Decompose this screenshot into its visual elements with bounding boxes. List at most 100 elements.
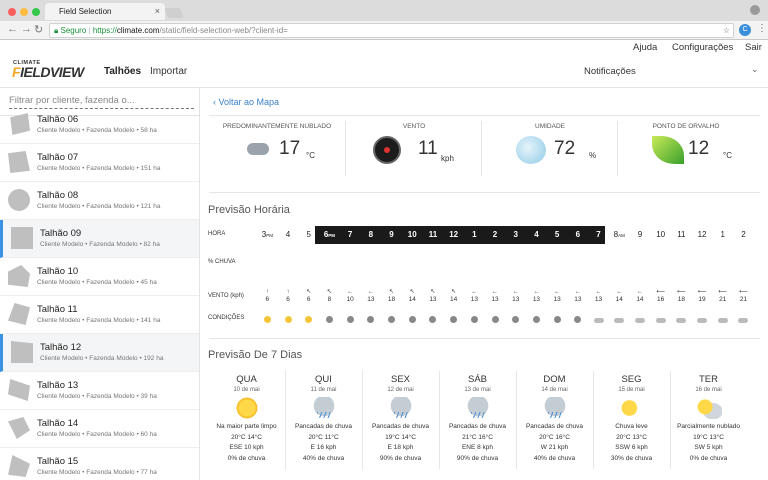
hour-cell: 7 <box>588 230 609 239</box>
wind-direction-icon: ← <box>574 289 581 295</box>
day-rain: 40% de chuva <box>533 454 576 462</box>
bookmark-star-icon[interactable]: ☆ <box>723 24 730 37</box>
help-link[interactable]: Ajuda <box>633 42 657 53</box>
wind-direction-icon: ⟵ <box>697 289 707 295</box>
hour-value: 11 <box>428 230 438 239</box>
field-name: Talhão 12 <box>40 342 82 353</box>
back-to-map-link[interactable]: ‹ Voltar ao Mapa <box>213 97 279 107</box>
field-list-item[interactable]: Talhão 06 Cliente Modelo • Fazenda Modelo… <box>0 106 199 144</box>
browser-tab[interactable]: Field Selection × <box>45 3 165 20</box>
browser-menu-icon[interactable]: ⋮ <box>757 23 767 34</box>
field-list-item[interactable]: Talhão 12 Cliente Modelo • Fazenda Modelo… <box>0 334 199 372</box>
url-input[interactable]: 🔒︎ Seguro | https://climate.com/static/f… <box>49 23 734 38</box>
condition-cell <box>588 314 609 326</box>
wind-cell: ← 13 <box>568 288 589 303</box>
chevron-down-icon[interactable]: ⌄ <box>751 64 759 75</box>
day-name: SEX <box>390 374 410 385</box>
utility-nav: Ajuda Configurações Sair <box>0 40 768 56</box>
back-arrow-icon[interactable]: ← <box>7 23 18 35</box>
wind-cell: ↖ 6 <box>298 288 319 303</box>
day-rain: 40% de chuva <box>302 454 345 462</box>
hour-cell: 7 <box>340 230 361 239</box>
condition-unit: % <box>589 151 597 160</box>
hour-value: 8 <box>368 230 374 239</box>
address-bar-row: ← → ↻ 🔒︎ Seguro | https://climate.com/st… <box>0 21 768 40</box>
day-wind: W 21 kph <box>540 444 569 451</box>
day-name: DOM <box>543 374 566 385</box>
field-list-item[interactable]: Talhão 13 Cliente Modelo • Fazenda Modelo… <box>0 372 199 410</box>
condition-cell <box>381 314 402 326</box>
rain-cloud-icon <box>464 397 491 419</box>
field-name: Talhão 11 <box>37 304 78 315</box>
wind-speed: 14 <box>450 296 458 303</box>
condition-cell <box>650 314 671 326</box>
nav-fields-tab[interactable]: Talhões <box>104 66 141 77</box>
hour-cell: 4 <box>278 230 299 239</box>
url-scheme: https:// <box>92 26 117 35</box>
wind-speed: 14 <box>636 296 644 303</box>
moon-icon <box>429 316 437 323</box>
field-boundary-thumbnail <box>8 189 30 211</box>
profile-icon[interactable] <box>750 5 760 15</box>
condition-unit: kph <box>441 154 454 163</box>
day-date: 13 de mai <box>464 387 491 393</box>
day-desc: Pancadas de chuva <box>294 423 353 430</box>
day-temps: 20°C 14°C <box>231 433 262 441</box>
field-list-item[interactable]: Talhão 07 Cliente Modelo • Fazenda Modelo… <box>0 144 199 182</box>
wind-cell: ↖ 8 <box>319 288 340 303</box>
moon-icon <box>325 316 333 323</box>
nav-import-tab[interactable]: Importar <box>150 66 187 77</box>
hour-cell: 11 <box>423 230 444 239</box>
hour-value: 1 <box>472 230 477 239</box>
moon-icon <box>512 316 520 323</box>
minimize-window-icon[interactable] <box>20 8 28 16</box>
day-desc: Chuva leve <box>615 423 648 430</box>
wind-cell: ⟵ 16 <box>650 288 671 303</box>
field-boundary-thumbnail <box>8 379 30 401</box>
logout-link[interactable]: Sair <box>745 42 762 53</box>
reload-icon[interactable]: ↻ <box>34 23 43 36</box>
wind-cell: ← 14 <box>630 288 651 303</box>
extension-icon[interactable]: C <box>739 24 751 36</box>
wind-speed: 19 <box>698 296 706 303</box>
day-details: Pancadas de chuva 20°C 16°C W 21 kph 40% de… <box>517 422 592 464</box>
new-tab-button[interactable] <box>164 8 184 18</box>
field-list-item[interactable]: Talhão 09 Cliente Modelo • Fazenda Modelo… <box>0 220 199 258</box>
day-desc: Parcialmente nublado <box>677 423 740 430</box>
field-list-item[interactable]: Talhão 15 Cliente Modelo • Fazenda Modelo… <box>0 448 199 480</box>
field-list-item[interactable]: Talhão 11 Cliente Modelo • Fazenda Modelo… <box>0 296 199 334</box>
field-name: Talhão 08 <box>37 190 79 201</box>
day-rain: 30% de chuva <box>610 454 653 462</box>
hour-cell: 2 <box>733 230 754 239</box>
wind-speed: 14 <box>408 296 416 303</box>
day-details: Pancadas de chuva 21°C 16°C ENE 8 kph 90% d… <box>440 422 515 464</box>
field-list-item[interactable]: Talhão 08 Cliente Modelo • Fazenda Modelo… <box>0 182 199 220</box>
notifications-link[interactable]: Notificações <box>584 66 636 77</box>
day-details: Pancadas de chuva 20°C 11°C E 16 kph 40% de… <box>286 422 361 464</box>
current-condition-card: Vento 11 kph <box>346 118 482 178</box>
condition-cell <box>423 314 444 326</box>
field-boundary-thumbnail <box>8 265 30 287</box>
day-temps: 20°C 13°C <box>616 433 647 441</box>
hour-suffix: AM <box>618 233 625 238</box>
day-details: Chuva leve 20°C 13°C SSW 6 kph 30% de chuva <box>594 422 669 464</box>
hour-value: 4 <box>534 230 539 239</box>
field-details: Cliente Modelo • Fazenda Modelo • 39 ha <box>37 393 157 400</box>
wind-speed: 8 <box>327 296 332 303</box>
close-tab-icon[interactable]: × <box>155 3 160 20</box>
day-date: 11 de mai <box>310 387 337 393</box>
wind-cell: ↖ 18 <box>381 288 402 303</box>
wind-speed: 21 <box>719 296 727 303</box>
maximize-window-icon[interactable] <box>32 8 40 16</box>
field-list-item[interactable]: Talhão 14 Cliente Modelo • Fazenda Modelo… <box>0 410 199 448</box>
condition-cell <box>505 314 526 326</box>
wind-dial-icon <box>373 136 401 164</box>
close-window-icon[interactable] <box>8 8 16 16</box>
partly-cloudy-icon <box>695 397 722 419</box>
forward-arrow-icon[interactable]: → <box>21 23 32 35</box>
fieldview-logo[interactable]: FIELDVIEW <box>12 65 84 79</box>
field-list-item[interactable]: Talhão 10 Cliente Modelo • Fazenda Modelo… <box>0 258 199 296</box>
wind-row-label: VENTO (kph) <box>208 293 244 299</box>
condition-label: Vento <box>402 123 426 130</box>
settings-link[interactable]: Configurações <box>672 42 733 53</box>
